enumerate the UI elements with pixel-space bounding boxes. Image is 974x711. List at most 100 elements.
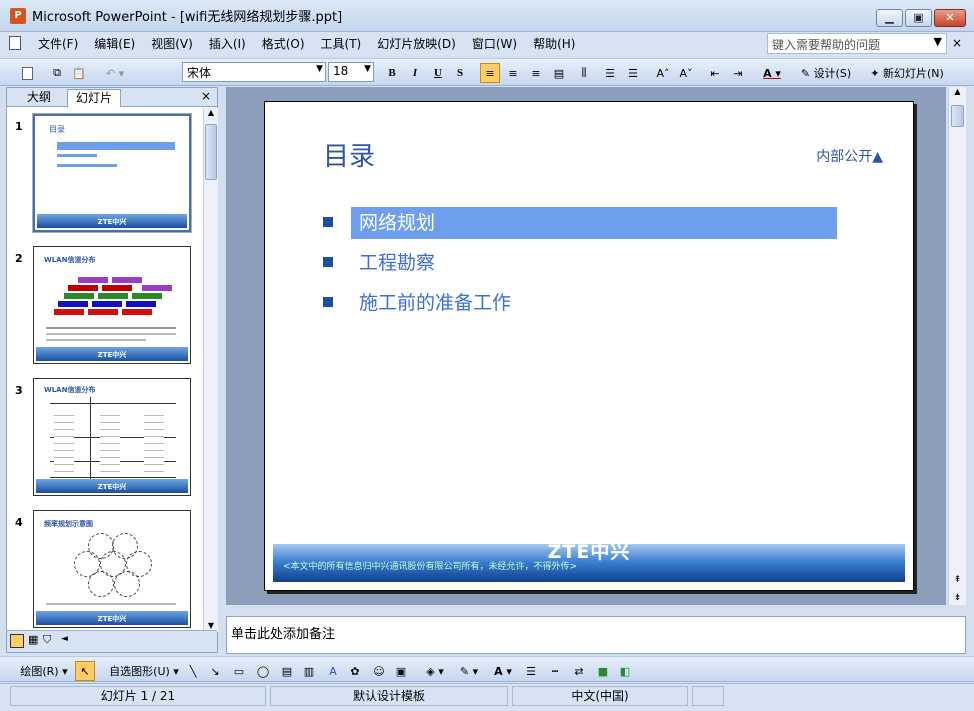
bullet-item-3[interactable]: 施工前的准备工作 (359, 288, 511, 315)
font-size-value: 18 (333, 64, 349, 78)
minimize-button[interactable]: ▁ (876, 9, 903, 27)
document-icon[interactable] (0, 35, 30, 53)
thumbnails-scrollbar[interactable]: ▲ ▼ (203, 108, 218, 632)
shadow-button[interactable]: S (452, 63, 468, 83)
increase-font-icon[interactable]: A˄ (654, 63, 672, 83)
menu-insert[interactable]: 插入(I) (201, 33, 254, 55)
close-doc-icon[interactable]: × (952, 36, 962, 50)
arrow-style-icon[interactable]: ⇄ (570, 661, 588, 681)
previous-slide-icon[interactable]: ⇞ (949, 575, 966, 585)
picture-icon[interactable]: ▣ (392, 661, 410, 681)
paste-icon[interactable]: 📋 (70, 63, 88, 83)
menu-file[interactable]: 文件(F) (30, 33, 86, 55)
bullet-item-1[interactable]: 网络规划 (359, 208, 435, 235)
oval-icon[interactable]: ◯ (254, 661, 272, 681)
align-right-icon[interactable]: ≡ (527, 63, 545, 83)
slide-editing-area[interactable]: 目录 内部公开▲ 网络规划 工程勘察 施工前的准备工作 ZTE中兴 <本文中的所… (226, 87, 946, 605)
scrollbar-thumb[interactable] (951, 105, 964, 127)
scrollbar-thumb[interactable] (205, 124, 217, 180)
powerpoint-app-icon[interactable]: P (10, 7, 26, 24)
select-pointer-icon[interactable]: ↖ (75, 661, 95, 681)
tab-outline[interactable]: 大纲 (19, 89, 59, 107)
line-style-icon[interactable]: ☰ (522, 661, 540, 681)
panel-close-icon[interactable]: × (201, 89, 211, 103)
slide-thumbnail-1[interactable]: 目录 ZTE中兴 (32, 113, 192, 233)
scroll-up-icon[interactable]: ▲ (204, 108, 218, 117)
menu-tools[interactable]: 工具(T) (313, 33, 370, 55)
menu-format[interactable]: 格式(O) (254, 33, 313, 55)
dash-style-icon[interactable]: ┅ (546, 661, 564, 681)
normal-view-icon[interactable] (10, 634, 24, 648)
rectangle-icon[interactable]: ▭ (230, 661, 248, 681)
slide-thumbnail-2[interactable]: WLAN信道分布 ZTE中兴 (33, 246, 191, 364)
bullets-icon[interactable]: ☰ (624, 63, 642, 83)
decrease-font-icon[interactable]: A˅ (677, 63, 695, 83)
italic-button[interactable]: I (407, 63, 423, 83)
slide-title[interactable]: 目录 (323, 136, 375, 173)
increase-indent-icon[interactable]: ⇥ (729, 63, 747, 83)
scroll-down-icon[interactable]: ▼ (204, 621, 218, 630)
slide-thumbnail-3[interactable]: WLAN信道分布 ZTE中兴 (33, 378, 191, 496)
decrease-indent-icon[interactable]: ⇤ (706, 63, 724, 83)
textbox-icon[interactable]: ▤ (278, 661, 296, 681)
3d-style-icon[interactable]: ◧ (616, 661, 634, 681)
bold-button[interactable]: B (384, 63, 400, 83)
draw-menu-button[interactable]: 绘图(R) ▾ (14, 661, 74, 681)
chevron-down-icon[interactable]: ▼ (364, 64, 371, 74)
copy-icon[interactable]: ⧉ (48, 63, 66, 83)
vertical-textbox-icon[interactable]: ▥ (300, 661, 318, 681)
menu-help[interactable]: 帮助(H) (525, 33, 583, 55)
help-search-input[interactable]: 键入需要帮助的问题 ▼ (767, 33, 947, 54)
arrow-icon[interactable]: ↘ (208, 661, 222, 681)
slide-thumbnails: 1 目录 ZTE中兴 2 WLAN信道分布 ZTE中兴 3 WLAN信道分布 Z… (7, 108, 203, 632)
menu-view[interactable]: 视图(V) (143, 33, 201, 55)
new-icon[interactable] (18, 63, 36, 83)
chevron-down-icon[interactable]: ▼ (316, 64, 323, 74)
scroll-left-icon[interactable]: ◄ (61, 634, 68, 644)
close-button[interactable]: ✕ (934, 9, 966, 27)
design-button[interactable]: ✎ 设计(S) (796, 63, 856, 83)
numbering-icon[interactable]: ☰ (601, 63, 619, 83)
tab-slides[interactable]: 幻灯片 (67, 89, 122, 107)
line-color-icon[interactable]: ✎ ▾ (454, 661, 484, 681)
diagram-icon[interactable]: ✿ (346, 661, 364, 681)
standard-toolbar: ⧉ 📋 ↶ ▾ 宋体 ▼ 18 ▼ B I U S ≡ ≡ ≡ ▤ ⫼ ☰ ☰ … (0, 58, 974, 86)
menu-window[interactable]: 窗口(W) (464, 33, 525, 55)
restore-button[interactable]: ▣ (905, 9, 932, 27)
bullet-item-2[interactable]: 工程勘察 (359, 248, 435, 275)
font-name-select[interactable]: 宋体 ▼ (182, 62, 326, 82)
align-left-icon[interactable]: ≡ (480, 63, 500, 83)
align-center-icon[interactable]: ≡ (504, 63, 522, 83)
scroll-up-icon[interactable]: ▲ (949, 87, 966, 96)
sorter-view-icon[interactable]: ▦ (28, 633, 38, 646)
slide-scrollbar[interactable]: ▲ ⇞ ⇟ (948, 87, 966, 605)
menu-slideshow[interactable]: 幻灯片放映(D) (369, 33, 464, 55)
chevron-down-icon[interactable]: ▼ (934, 35, 942, 48)
thumb-title: WLAN信道分布 (44, 256, 96, 264)
underline-button[interactable]: U (430, 63, 446, 83)
classification-tag[interactable]: 内部公开▲ (816, 146, 883, 166)
wordart-icon[interactable]: A (324, 661, 342, 681)
distribute-icon[interactable]: ▤ (550, 63, 568, 83)
line-icon[interactable]: ╲ (186, 661, 200, 681)
next-slide-icon[interactable]: ⇟ (949, 593, 966, 603)
thumb-logo: ZTE中兴 (97, 218, 127, 226)
font-color-button[interactable]: A ▾ (758, 63, 786, 83)
menu-edit[interactable]: 编辑(E) (86, 33, 143, 55)
fill-color-icon[interactable]: ◈ ▾ (420, 661, 450, 681)
thumb-title: 目录 (49, 125, 65, 134)
autoshapes-button[interactable]: 自选图形(U) ▾ (104, 661, 184, 681)
notes-pane[interactable]: 单击此处添加备注 (226, 616, 966, 654)
new-slide-button[interactable]: ✦ 新幻灯片(N) (862, 63, 952, 83)
current-slide[interactable]: 目录 内部公开▲ 网络规划 工程勘察 施工前的准备工作 ZTE中兴 <本文中的所… (264, 101, 914, 591)
font-size-select[interactable]: 18 ▼ (328, 62, 374, 82)
bullet-icon (323, 297, 333, 307)
slide-thumbnail-4[interactable]: 频率规划示意图 ZTE中兴 (33, 510, 191, 628)
font-color-draw-icon[interactable]: A ▾ (488, 661, 518, 681)
columns-icon[interactable]: ⫼ (575, 63, 593, 83)
slideshow-view-icon[interactable]: ⛉ (43, 633, 51, 647)
shadow-style-icon[interactable]: ■ (594, 661, 612, 681)
clipart-icon[interactable]: ☺ (370, 661, 388, 681)
undo-icon[interactable]: ↶ ▾ (100, 63, 130, 83)
thumb-logo: ZTE中兴 (97, 483, 127, 491)
